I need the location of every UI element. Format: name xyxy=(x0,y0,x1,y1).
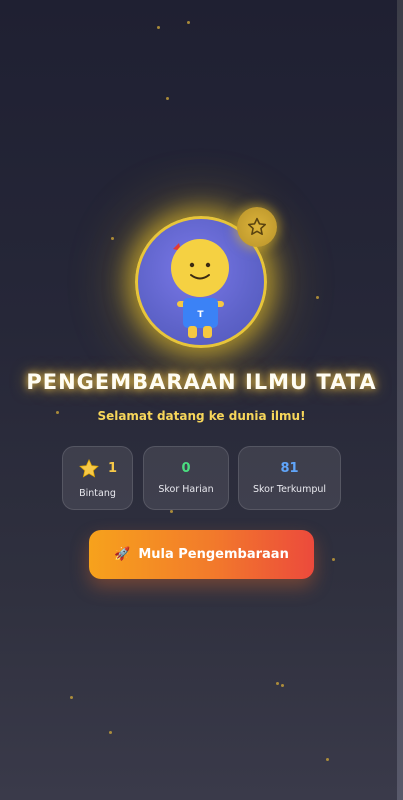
stat-card-stars: 1 Bintang xyxy=(62,446,133,510)
stars-value: 1 xyxy=(107,461,118,476)
start-adventure-label: Mula Pengembaraan xyxy=(138,547,289,562)
daily-score-value: 0 xyxy=(181,461,191,476)
stat-card-total-score: 81 Skor Terkumpul xyxy=(238,446,341,510)
star-outline-icon xyxy=(247,217,267,236)
page-title: PENGEMBARAAN ILMU TATA xyxy=(26,370,377,394)
shirt-letter: T xyxy=(197,310,204,320)
start-adventure-button[interactable]: 🚀 Mula Pengembaraan xyxy=(89,530,314,579)
page-subtitle: Selamat datang ke dunia ilmu! xyxy=(97,409,306,423)
stars-label: Bintang xyxy=(79,487,116,499)
stat-card-daily-score: 0 Skor Harian xyxy=(143,446,229,510)
daily-score-label: Skor Harian xyxy=(158,484,214,495)
total-score-label: Skor Terkumpul xyxy=(252,484,327,495)
scrollbar[interactable] xyxy=(397,0,403,800)
star-icon xyxy=(79,458,99,478)
star-badge[interactable] xyxy=(237,207,277,247)
rocket-icon: 🚀 xyxy=(114,547,131,562)
total-score-value: 81 xyxy=(280,461,299,476)
